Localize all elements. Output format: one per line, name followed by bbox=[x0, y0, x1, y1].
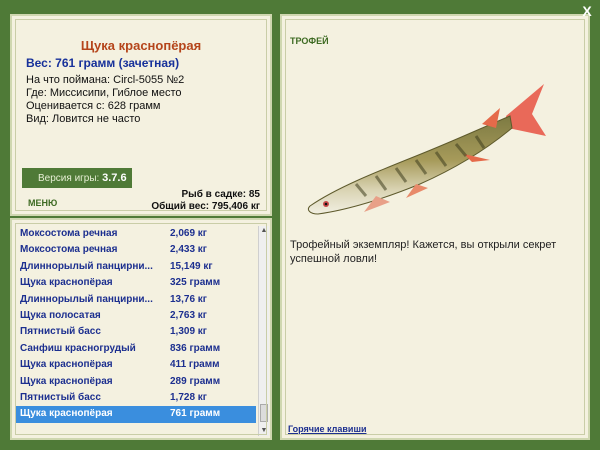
version-value: 3.7.6 bbox=[102, 172, 127, 184]
catch-weight: 2,433 кг bbox=[170, 244, 207, 256]
catch-name: Длиннорылый панцирни... bbox=[20, 260, 153, 272]
catch-weight: 15,149 кг bbox=[170, 260, 213, 272]
close-icon[interactable]: X bbox=[578, 2, 596, 20]
catch-weight: 2,763 кг bbox=[170, 309, 207, 321]
menu-button[interactable]: МЕНЮ bbox=[28, 198, 57, 208]
catch-row[interactable]: Щука краснопёрая 411 грамм bbox=[16, 357, 256, 373]
catch-row[interactable]: Щука полосатая 2,763 кг bbox=[16, 308, 256, 324]
catch-weight: 836 грамм bbox=[170, 342, 221, 354]
catch-row[interactable]: Моксостома речная 2,069 кг bbox=[16, 226, 256, 242]
catch-name: Пятнистый басс bbox=[20, 391, 101, 403]
caught-with-line: На что поймана: Circl-5055 №2 bbox=[26, 74, 185, 86]
arrow-down-icon[interactable]: ▼ bbox=[259, 426, 269, 436]
arrow-up-icon[interactable]: ▲ bbox=[259, 226, 269, 236]
catch-row[interactable]: Щука краснопёрая 325 грамм bbox=[16, 275, 256, 291]
catch-list-panel: Моксостома речная 2,069 кг Моксостома речн… bbox=[10, 218, 272, 440]
catch-list[interactable]: Моксостома речная 2,069 кг Моксостома речн… bbox=[16, 226, 256, 432]
catch-weight: 13,76 кг bbox=[170, 293, 207, 305]
catch-weight: 325 грамм bbox=[170, 277, 221, 289]
catch-weight: 2,069 кг bbox=[170, 228, 207, 239]
catch-name: Длиннорылый панцирни... bbox=[20, 293, 153, 305]
version-badge: Версия игры: 3.7.6 bbox=[22, 168, 132, 188]
catch-row[interactable]: Длиннорылый панцирни... 13,76 кг bbox=[16, 292, 256, 308]
catch-name: Щука краснопёрая bbox=[20, 359, 113, 371]
fish-name-title: Щука краснопёрая bbox=[80, 38, 202, 53]
catch-name: Моксостома речная bbox=[20, 228, 118, 239]
total-weight: Общий вес: 795,406 кг bbox=[151, 201, 260, 212]
pike-fish-image bbox=[307, 84, 546, 215]
catch-name: Щука краснопёрая bbox=[20, 408, 113, 420]
catch-row[interactable]: Длиннорылый панцирни... 15,149 кг bbox=[16, 259, 256, 275]
catch-name: Щука краснопёрая bbox=[20, 375, 113, 387]
catch-name: Пятнистый басс bbox=[20, 326, 101, 338]
catch-row[interactable]: Щука краснопёрая 761 грамм bbox=[16, 406, 256, 423]
catch-weight: 411 грамм bbox=[170, 359, 220, 371]
hotkeys-link[interactable]: Горячие клавиши bbox=[288, 424, 366, 434]
catch-row[interactable]: Моксостома речная 2,433 кг bbox=[16, 242, 256, 258]
location-line: Где: Миссисипи, Гиблое место bbox=[26, 87, 182, 99]
fish-info-panel: Щука краснопёрая Вес: 761 грамм (зачетна… bbox=[10, 14, 272, 216]
catch-row[interactable]: Пятнистый басс 1,728 кг bbox=[16, 390, 256, 406]
catch-name: Щука краснопёрая bbox=[20, 277, 113, 289]
catch-weight: 1,728 кг bbox=[170, 391, 207, 403]
catch-weight: 761 грамм bbox=[170, 408, 221, 420]
trophy-message: Трофейный экземпляр! Кажется, вы открыли… bbox=[290, 239, 557, 265]
catch-name: Щука полосатая bbox=[20, 309, 101, 321]
catch-row[interactable]: Санфиш красногрудый 836 грамм bbox=[16, 341, 256, 357]
catch-name: Санфиш красногрудый bbox=[20, 342, 136, 354]
catch-row[interactable]: Щука краснопёрая 289 грамм bbox=[16, 374, 256, 390]
scrollbar-thumb[interactable] bbox=[260, 404, 268, 422]
catch-row[interactable]: Пятнистый басс 1,309 кг bbox=[16, 324, 256, 340]
kind-line: Вид: Ловится не часто bbox=[26, 113, 141, 125]
version-label: Версия игры: bbox=[38, 173, 100, 184]
fish-count: Рыб в садке: 85 bbox=[181, 189, 260, 200]
catch-weight: 1,309 кг bbox=[170, 326, 207, 338]
trophy-panel: ТРОФЕЙ Трофейный экземпляр! Кажется, вы … bbox=[280, 14, 590, 440]
rated-from-line: Оценивается с: 628 грамм bbox=[26, 100, 161, 112]
catch-stats: Рыб в садке: 85 Общий вес: 795,406 кг bbox=[151, 189, 260, 213]
catch-weight: 289 грамм bbox=[170, 375, 221, 387]
trophy-label: ТРОФЕЙ bbox=[290, 36, 329, 46]
fish-weight: Вес: 761 грамм (зачетная) bbox=[26, 56, 180, 70]
catch-name: Моксостома речная bbox=[20, 244, 118, 256]
list-scrollbar[interactable]: ▲ ▼ bbox=[258, 226, 269, 436]
